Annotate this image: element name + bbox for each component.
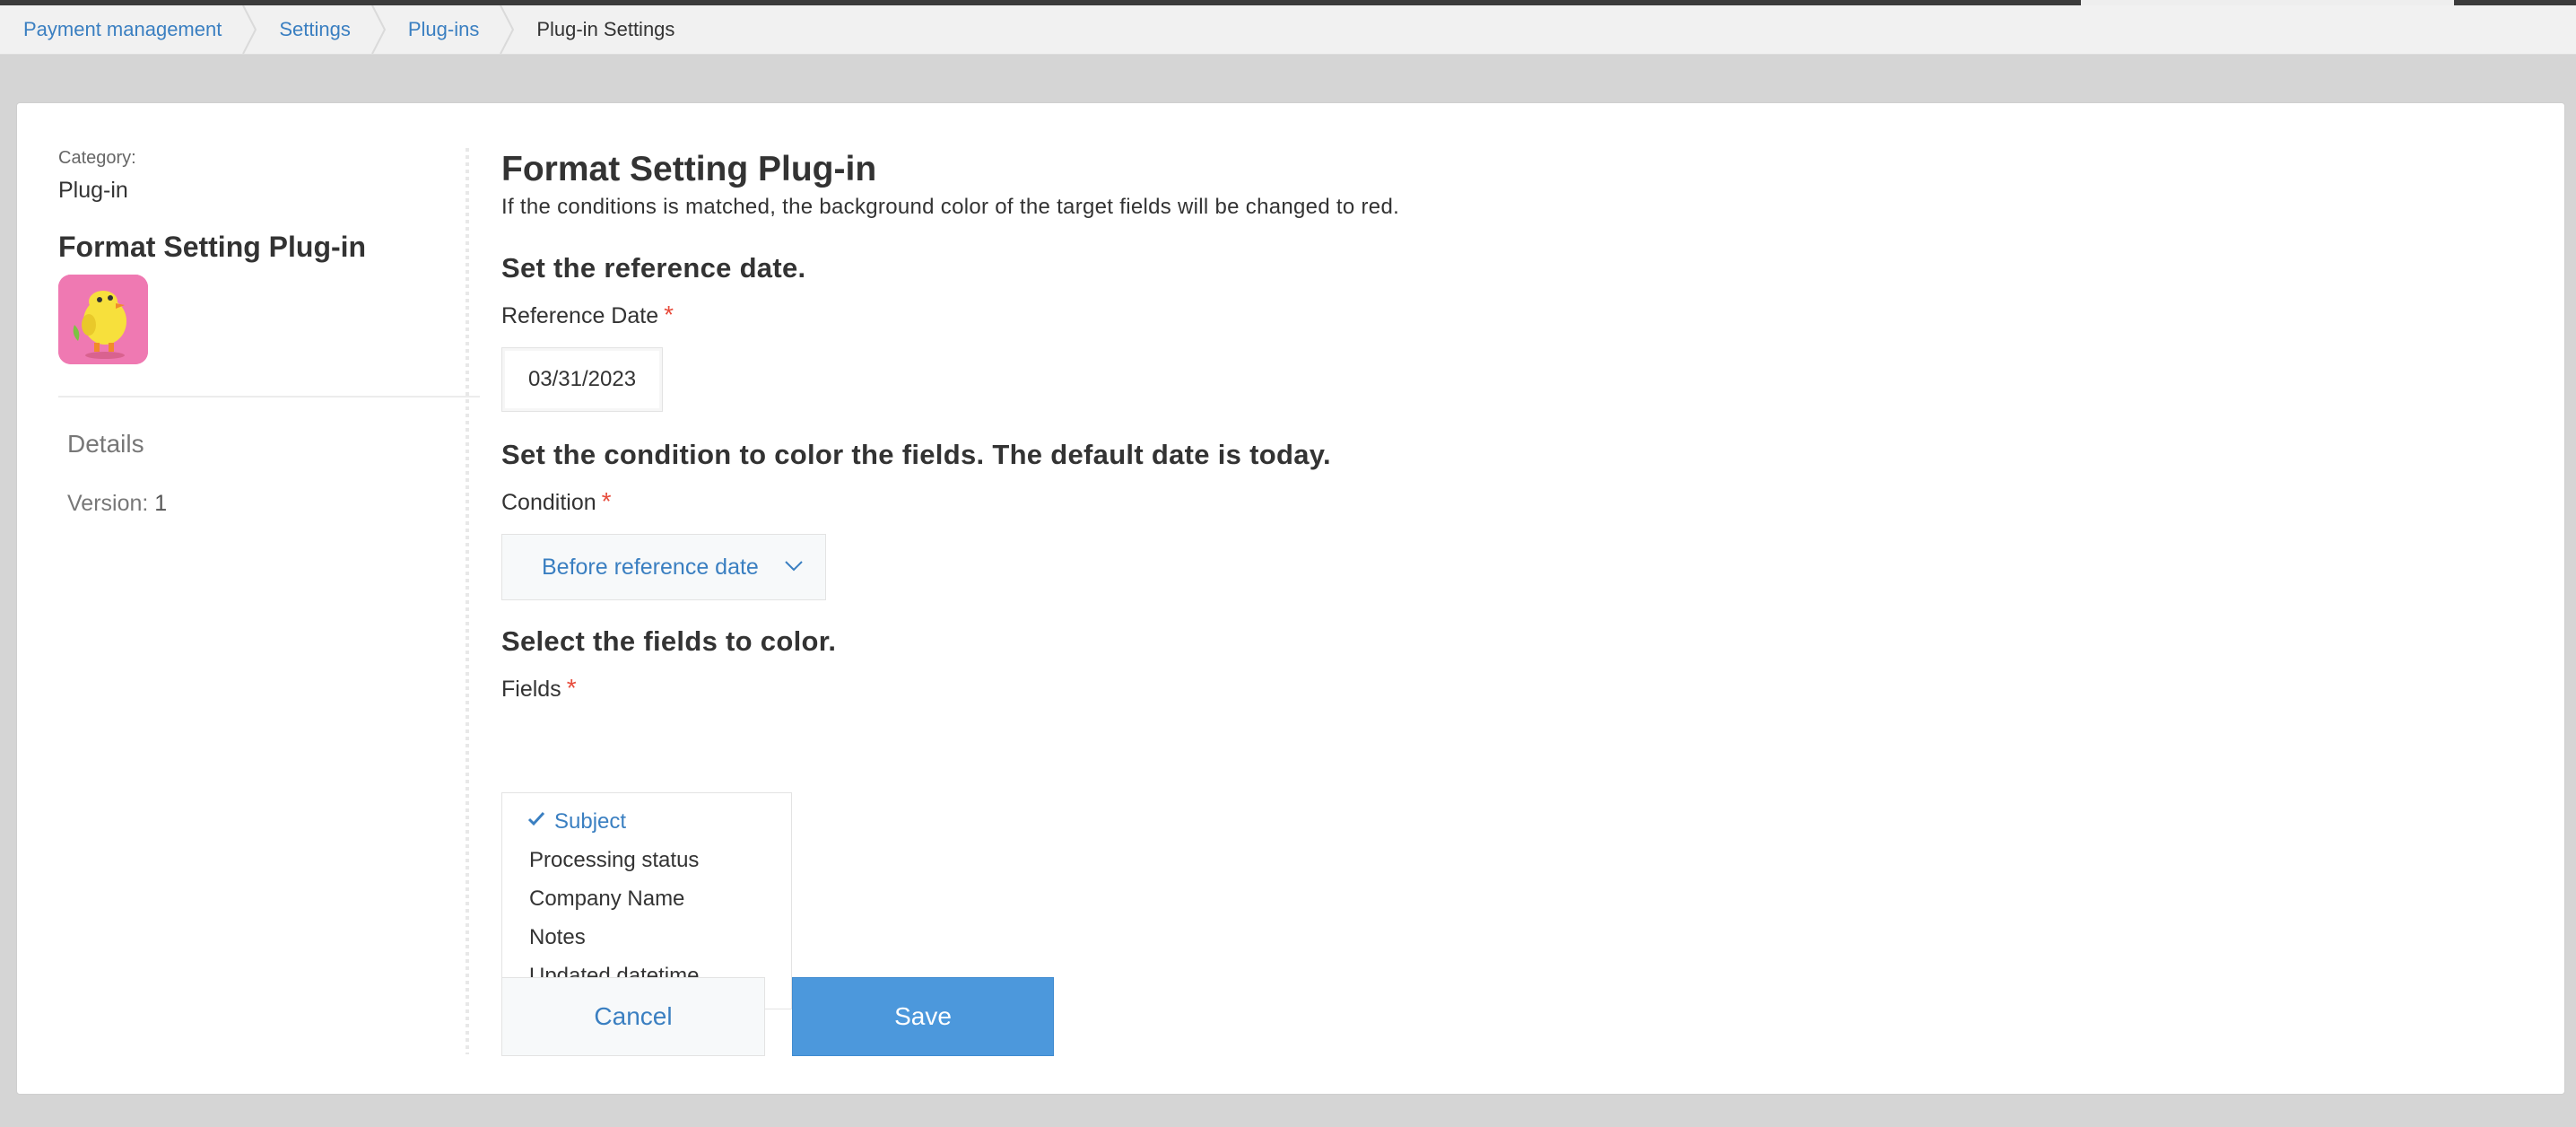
fields-label-text: Fields [501, 677, 561, 702]
reference-date-label: Reference Date * [501, 301, 674, 329]
breadcrumb-label: Settings [279, 18, 351, 40]
required-mark: * [664, 301, 674, 328]
category-label: Category: [58, 148, 136, 168]
sidebar-divider [58, 396, 480, 398]
field-option-label: Company Name [529, 887, 685, 911]
version-value: 1 [154, 491, 168, 516]
save-button-label: Save [894, 1002, 952, 1030]
field-option-company-name[interactable]: Company Name [529, 887, 684, 912]
fields-heading: Select the fields to color. [501, 625, 837, 657]
condition-label-text: Condition [501, 490, 596, 515]
breadcrumb: Payment management Settings Plug-ins Plu… [0, 5, 2576, 55]
field-option-label: Notes [529, 925, 586, 949]
checkmark-icon [527, 811, 545, 826]
field-option-label: Processing status [529, 848, 700, 872]
breadcrumb-item-settings[interactable]: Settings [254, 5, 386, 54]
field-option-processing-status[interactable]: Processing status [529, 848, 699, 873]
required-mark: * [601, 487, 612, 515]
version-info: Version: 1 [67, 491, 167, 517]
page-description: If the conditions is matched, the backgr… [501, 195, 1400, 219]
breadcrumb-label: Payment management [23, 18, 222, 40]
cancel-button[interactable]: Cancel [501, 977, 765, 1056]
page-title: Format Setting Plug-in [501, 150, 877, 188]
sidebar: Category: Plug-in Format Setting Plug-in [58, 148, 480, 364]
condition-selected-value: Before reference date [542, 554, 759, 580]
fields-label: Fields * [501, 674, 577, 703]
version-label: Version: [67, 491, 149, 516]
cancel-button-label: Cancel [594, 1002, 673, 1030]
plugin-mascot-icon [58, 275, 148, 364]
plugin-icon [58, 275, 148, 364]
field-option-notes[interactable]: Notes [529, 925, 586, 950]
breadcrumb-label: Plug-ins [407, 18, 480, 40]
main-content: Format Setting Plug-in If the conditions… [501, 148, 2475, 1056]
reference-date-input[interactable]: 03/31/2023 [501, 347, 663, 412]
reference-date-label-text: Reference Date [501, 303, 659, 328]
breadcrumb-item-plug-ins[interactable]: Plug-ins [383, 5, 515, 54]
breadcrumb-label: Plug-in Settings [536, 18, 675, 40]
reference-date-heading: Set the reference date. [501, 252, 806, 284]
required-mark: * [566, 674, 577, 702]
reference-date-value: 03/31/2023 [527, 367, 637, 391]
field-option-label: Subject [554, 809, 627, 834]
field-option-subject[interactable]: Subject [527, 809, 627, 834]
category-value: Plug-in [58, 178, 128, 203]
chevron-down-icon [785, 561, 803, 572]
condition-heading: Set the condition to color the fields. T… [501, 439, 1331, 470]
details-label: Details [67, 430, 144, 458]
save-button[interactable]: Save [792, 977, 1054, 1056]
breadcrumb-item-plug-in-settings: Plug-in Settings [511, 5, 707, 54]
sidebar-plugin-name: Format Setting Plug-in [58, 231, 367, 263]
condition-dropdown[interactable]: Before reference date [501, 534, 826, 600]
vertical-divider [466, 148, 469, 1054]
breadcrumb-item-payment-management[interactable]: Payment management [0, 5, 257, 54]
condition-label: Condition * [501, 487, 612, 516]
settings-card: Category: Plug-in Format Setting Plug-in [16, 102, 2565, 1095]
